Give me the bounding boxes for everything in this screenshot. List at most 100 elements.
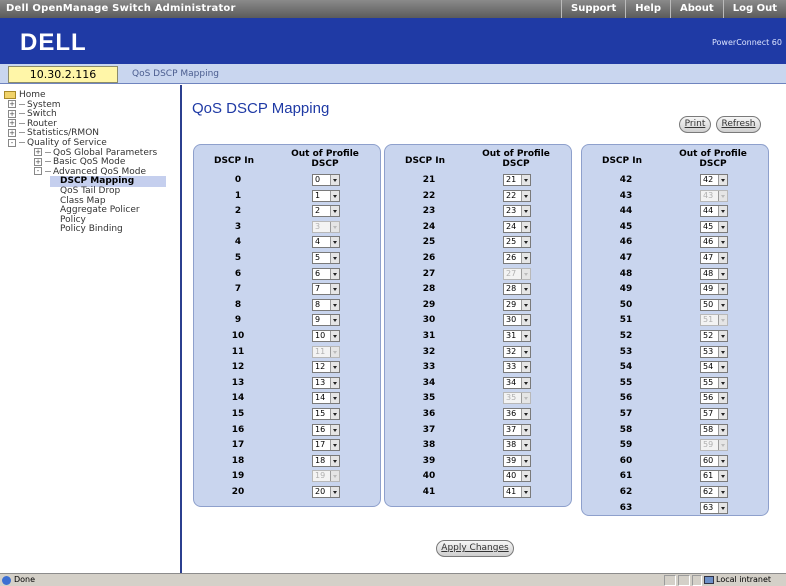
out-of-profile-select[interactable]: 5 <box>312 252 340 264</box>
out-of-profile-select[interactable]: 6 <box>312 267 340 280</box>
dropdown-arrow-icon[interactable] <box>718 237 727 248</box>
out-of-profile-select[interactable]: 15 <box>312 408 340 420</box>
dropdown-arrow-icon[interactable] <box>718 424 727 435</box>
out-of-profile-select[interactable]: 1 <box>312 189 340 202</box>
out-of-profile-select[interactable]: 13 <box>312 376 340 389</box>
out-of-profile-select[interactable]: 63 <box>700 501 728 514</box>
out-of-profile-select[interactable]: 29 <box>503 298 531 311</box>
dropdown-arrow-icon[interactable] <box>718 393 727 404</box>
dropdown-arrow-icon[interactable] <box>718 455 727 466</box>
out-of-profile-select[interactable]: 42 <box>700 174 728 186</box>
out-of-profile-select[interactable]: 44 <box>700 205 728 218</box>
out-of-profile-select[interactable]: 38 <box>503 439 531 452</box>
dropdown-arrow-icon[interactable] <box>521 455 530 466</box>
about-link[interactable]: About <box>670 0 723 18</box>
dropdown-arrow-icon[interactable] <box>521 253 530 263</box>
out-of-profile-select[interactable]: 62 <box>700 486 728 498</box>
expand-icon[interactable]: + <box>34 148 42 157</box>
dropdown-arrow-icon[interactable] <box>521 409 530 419</box>
out-of-profile-select[interactable]: 26 <box>503 252 531 264</box>
out-of-profile-select[interactable]: 23 <box>503 205 531 218</box>
dropdown-arrow-icon[interactable] <box>521 284 530 295</box>
out-of-profile-select[interactable]: 52 <box>700 330 728 342</box>
dropdown-arrow-icon[interactable] <box>330 315 339 326</box>
collapse-icon[interactable]: - <box>34 167 42 176</box>
dropdown-arrow-icon[interactable] <box>330 362 339 373</box>
dropdown-arrow-icon[interactable] <box>521 175 530 185</box>
out-of-profile-select[interactable]: 30 <box>503 314 531 327</box>
out-of-profile-select[interactable]: 24 <box>503 220 531 233</box>
dropdown-arrow-icon[interactable] <box>718 206 727 217</box>
out-of-profile-select[interactable]: 4 <box>312 236 340 249</box>
out-of-profile-select[interactable]: 50 <box>700 298 728 311</box>
dropdown-arrow-icon[interactable] <box>521 206 530 217</box>
help-link[interactable]: Help <box>625 0 670 18</box>
dropdown-arrow-icon[interactable] <box>521 346 530 357</box>
dropdown-arrow-icon[interactable] <box>330 237 339 248</box>
dropdown-arrow-icon[interactable] <box>521 487 530 497</box>
out-of-profile-select[interactable]: 20 <box>312 486 340 498</box>
dropdown-arrow-icon[interactable] <box>718 362 727 373</box>
out-of-profile-select[interactable]: 46 <box>700 236 728 249</box>
out-of-profile-select[interactable]: 57 <box>700 408 728 420</box>
nav-item-policy-binding[interactable]: Policy Binding <box>60 224 123 235</box>
dropdown-arrow-icon[interactable] <box>521 221 530 232</box>
dropdown-arrow-icon[interactable] <box>718 268 727 279</box>
out-of-profile-select[interactable]: 55 <box>700 376 728 389</box>
out-of-profile-select[interactable]: 22 <box>503 189 531 202</box>
dropdown-arrow-icon[interactable] <box>521 424 530 435</box>
expand-icon[interactable]: + <box>8 100 16 109</box>
dropdown-arrow-icon[interactable] <box>330 175 339 185</box>
dropdown-arrow-icon[interactable] <box>718 284 727 295</box>
collapse-icon[interactable]: - <box>8 138 16 147</box>
dropdown-arrow-icon[interactable] <box>718 175 727 185</box>
out-of-profile-select[interactable]: 40 <box>503 470 531 483</box>
out-of-profile-select[interactable]: 41 <box>503 486 531 498</box>
apply-changes-button[interactable]: Apply Changes <box>436 540 514 557</box>
out-of-profile-select[interactable]: 39 <box>503 454 531 467</box>
out-of-profile-select[interactable]: 9 <box>312 314 340 327</box>
dropdown-arrow-icon[interactable] <box>718 221 727 232</box>
expand-icon[interactable]: + <box>34 157 42 166</box>
dropdown-arrow-icon[interactable] <box>330 393 339 404</box>
dropdown-arrow-icon[interactable] <box>330 409 339 419</box>
dropdown-arrow-icon[interactable] <box>330 331 339 341</box>
out-of-profile-select[interactable]: 54 <box>700 361 728 374</box>
dropdown-arrow-icon[interactable] <box>718 346 727 357</box>
dropdown-arrow-icon[interactable] <box>521 237 530 248</box>
out-of-profile-select[interactable]: 25 <box>503 236 531 249</box>
out-of-profile-select[interactable]: 28 <box>503 283 531 296</box>
dropdown-arrow-icon[interactable] <box>330 424 339 435</box>
dropdown-arrow-icon[interactable] <box>718 299 727 310</box>
dropdown-arrow-icon[interactable] <box>521 440 530 451</box>
dropdown-arrow-icon[interactable] <box>718 409 727 419</box>
dropdown-arrow-icon[interactable] <box>521 362 530 373</box>
out-of-profile-select[interactable]: 45 <box>700 220 728 233</box>
dropdown-arrow-icon[interactable] <box>521 299 530 310</box>
out-of-profile-select[interactable]: 33 <box>503 361 531 374</box>
dropdown-arrow-icon[interactable] <box>521 471 530 482</box>
out-of-profile-select[interactable]: 32 <box>503 345 531 358</box>
dropdown-arrow-icon[interactable] <box>330 284 339 295</box>
out-of-profile-select[interactable]: 58 <box>700 423 728 436</box>
dropdown-arrow-icon[interactable] <box>718 487 727 497</box>
dropdown-arrow-icon[interactable] <box>330 440 339 451</box>
out-of-profile-select[interactable]: 12 <box>312 361 340 374</box>
out-of-profile-select[interactable]: 56 <box>700 392 728 405</box>
dropdown-arrow-icon[interactable] <box>330 190 339 201</box>
out-of-profile-select[interactable]: 7 <box>312 283 340 296</box>
expand-icon[interactable]: + <box>8 119 16 128</box>
dropdown-arrow-icon[interactable] <box>718 471 727 482</box>
out-of-profile-select[interactable]: 31 <box>503 330 531 342</box>
support-link[interactable]: Support <box>561 0 625 18</box>
out-of-profile-select[interactable]: 0 <box>312 174 340 186</box>
dropdown-arrow-icon[interactable] <box>718 253 727 263</box>
out-of-profile-select[interactable]: 36 <box>503 408 531 420</box>
out-of-profile-select[interactable]: 60 <box>700 454 728 467</box>
out-of-profile-select[interactable]: 53 <box>700 345 728 358</box>
expand-icon[interactable]: + <box>8 109 16 118</box>
out-of-profile-select[interactable]: 17 <box>312 439 340 452</box>
out-of-profile-select[interactable]: 16 <box>312 423 340 436</box>
out-of-profile-select[interactable]: 8 <box>312 298 340 311</box>
dropdown-arrow-icon[interactable] <box>330 299 339 310</box>
